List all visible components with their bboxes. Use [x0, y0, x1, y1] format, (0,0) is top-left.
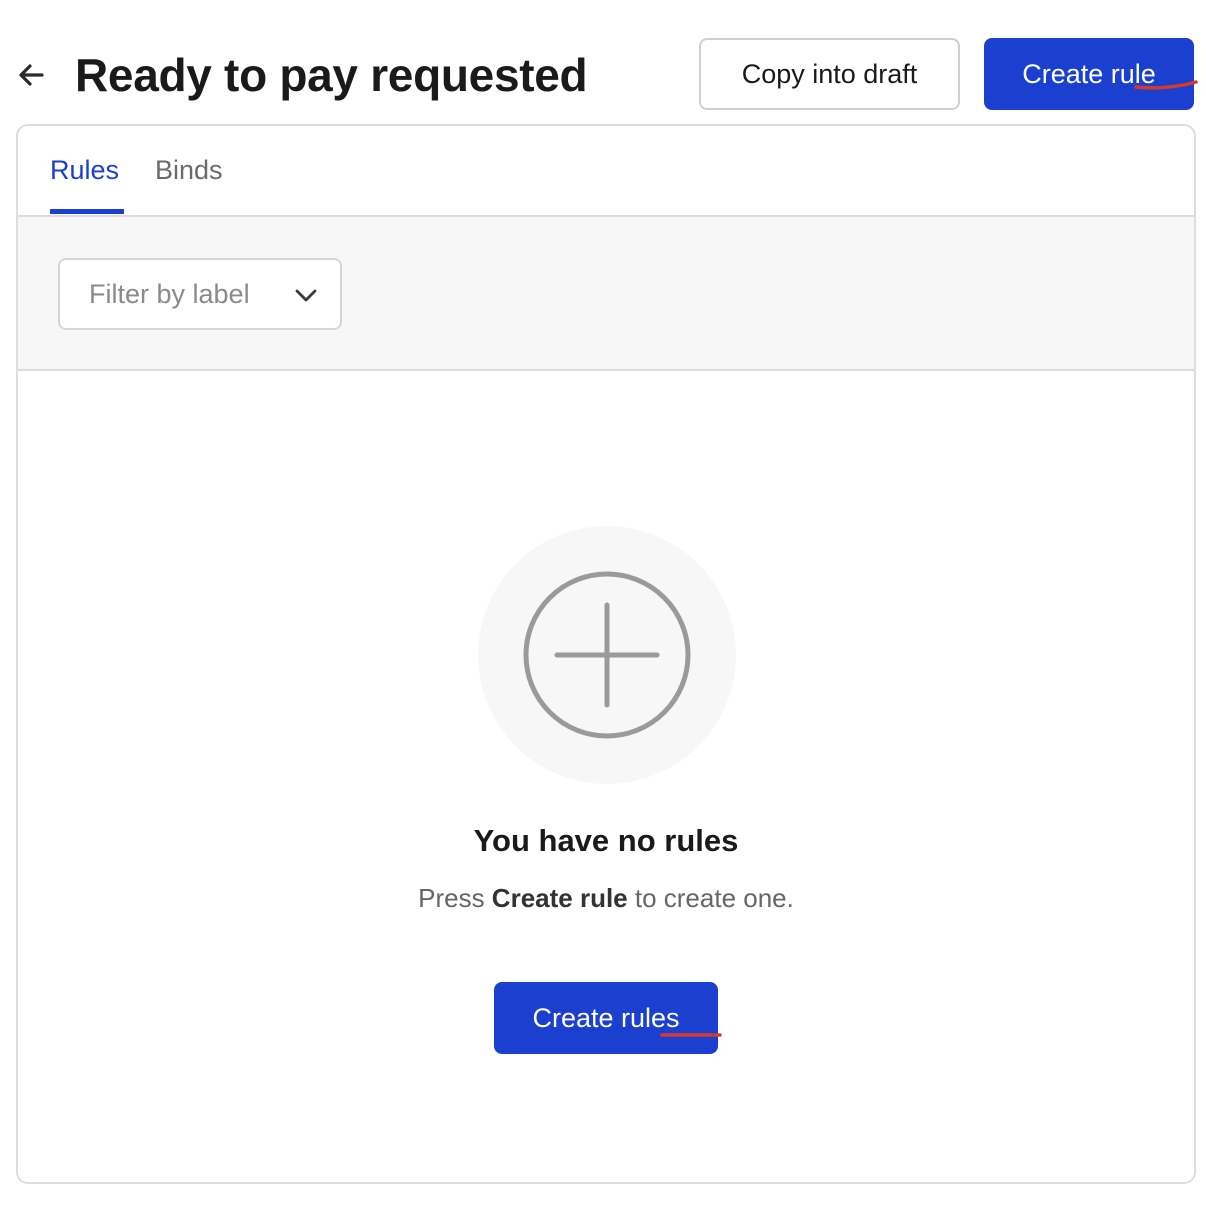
create-rule-button[interactable]: Create rule: [984, 38, 1194, 110]
back-button[interactable]: [14, 58, 48, 92]
active-tab-indicator: [50, 209, 124, 214]
tab-rules[interactable]: Rules: [50, 126, 119, 215]
rules-card: Rules Binds Filter by label You have no …: [16, 124, 1196, 1184]
tab-bar: Rules Binds: [18, 126, 1194, 217]
chevron-down-icon: [295, 289, 317, 302]
arrow-left-icon: [19, 64, 44, 86]
empty-desc-suffix: to create one.: [627, 883, 794, 913]
filter-placeholder: Filter by label: [89, 278, 250, 309]
empty-state-description: Press Create rule to create one.: [18, 883, 1194, 914]
filter-by-label-select[interactable]: Filter by label: [58, 258, 342, 330]
filter-bar: Filter by label: [18, 217, 1194, 371]
empty-desc-prefix: Press: [418, 883, 492, 913]
empty-desc-emphasis: Create rule: [491, 883, 628, 913]
copy-into-draft-button[interactable]: Copy into draft: [699, 38, 960, 110]
page-title: Ready to pay requested: [75, 49, 588, 101]
empty-state-title: You have no rules: [473, 823, 739, 858]
plus-circle-icon: [523, 571, 691, 739]
page: Ready to pay requested Copy into draft C…: [0, 0, 1206, 1206]
tab-binds[interactable]: Binds: [155, 126, 223, 215]
create-rules-button[interactable]: Create rules: [494, 982, 718, 1054]
empty-state-illustration: [478, 526, 736, 784]
